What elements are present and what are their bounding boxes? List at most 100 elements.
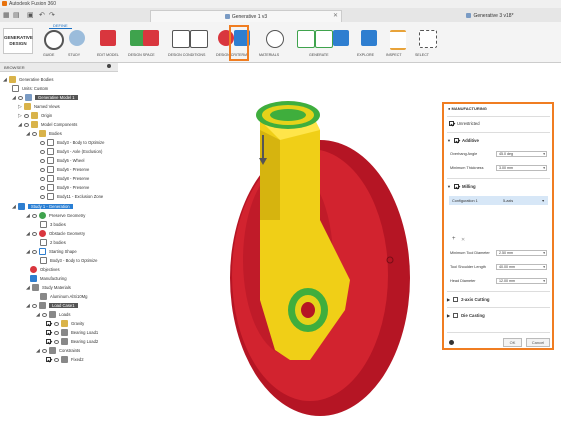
add-configuration-button[interactable]: + bbox=[452, 236, 456, 242]
tree-item[interactable]: Body9 - Preserve bbox=[40, 183, 89, 192]
save-icon[interactable]: ▣ bbox=[27, 11, 34, 19]
collapse-icon[interactable]: ◢ bbox=[18, 122, 22, 128]
collapse-icon[interactable]: ◢ bbox=[36, 348, 40, 354]
tab-generative-3[interactable]: Generative 3 v18* bbox=[420, 10, 560, 21]
workspace-switcher-button[interactable]: GENERATIVE DESIGN bbox=[3, 28, 33, 54]
milling-section[interactable]: ▼ Milling bbox=[447, 182, 550, 191]
tab-generative-1[interactable]: Generative 1 v3 bbox=[150, 10, 342, 22]
2-axis-cutting-section[interactable]: ▶ 2-axis Cutting bbox=[447, 295, 550, 304]
tree-item[interactable]: 2 bodies bbox=[40, 238, 66, 247]
tree-item[interactable]: ◢ Study 1 - Generation bbox=[12, 202, 73, 211]
collapse-icon[interactable]: ◢ bbox=[26, 131, 30, 137]
edit-model-button[interactable]: EDIT MODEL bbox=[97, 30, 121, 60]
expand-icon[interactable]: ▷ bbox=[18, 113, 22, 119]
tree-item[interactable]: Body8 - Preserve bbox=[40, 174, 89, 183]
explore-button[interactable]: EXPLORE bbox=[357, 30, 383, 60]
tree-item[interactable]: 3 bodies bbox=[40, 220, 66, 229]
tree-item[interactable]: ◢ Study Materials bbox=[26, 283, 71, 292]
collapse-icon[interactable]: ▼ bbox=[447, 184, 451, 189]
tree-item[interactable]: Gravity bbox=[46, 319, 84, 328]
collapse-icon[interactable]: ◢ bbox=[3, 77, 7, 83]
load-checkbox[interactable] bbox=[46, 330, 51, 335]
min-thickness-field[interactable]: 3.00 mm ▾ bbox=[496, 165, 547, 171]
gravity-checkbox[interactable] bbox=[46, 321, 51, 326]
tree-item[interactable]: ◢ Obstacle Geometry bbox=[26, 229, 85, 238]
visibility-icon[interactable] bbox=[18, 95, 23, 100]
tab-define[interactable]: DEFINE bbox=[49, 23, 72, 29]
additive-section[interactable]: ▼ Additive bbox=[447, 136, 550, 145]
visibility-icon[interactable] bbox=[24, 113, 29, 118]
collapse-icon[interactable]: ◢ bbox=[12, 204, 16, 210]
visibility-icon[interactable] bbox=[40, 140, 45, 145]
tree-item[interactable]: ◢ Bodies bbox=[26, 129, 62, 138]
tree-item[interactable]: Fixed2 bbox=[46, 355, 84, 364]
expand-icon[interactable]: ▶ bbox=[447, 297, 450, 302]
visibility-icon[interactable] bbox=[54, 321, 59, 326]
tree-item[interactable]: ◢ Preserve Geometry bbox=[26, 211, 85, 220]
ok-button[interactable]: OK bbox=[503, 338, 522, 347]
tree-item[interactable]: ◢ Constraints bbox=[36, 346, 80, 355]
dropdown-icon[interactable]: ▾ bbox=[543, 279, 545, 284]
design-conditions-button[interactable]: DESIGN CONDITIONS bbox=[168, 30, 210, 60]
redo-icon[interactable]: ↷ bbox=[49, 11, 55, 19]
tree-item[interactable]: ◢ Loads bbox=[36, 310, 70, 319]
visibility-icon[interactable] bbox=[40, 149, 45, 154]
remove-configuration-button[interactable]: ✕ bbox=[461, 237, 465, 243]
tree-item[interactable]: Bearing Load2 bbox=[46, 337, 98, 346]
file-menu-icon[interactable]: ▤ bbox=[13, 11, 20, 19]
tree-item[interactable]: ◢ Generative Bodies bbox=[3, 75, 53, 84]
tab-close-icon[interactable]: ✕ bbox=[333, 12, 338, 19]
visibility-icon[interactable] bbox=[42, 312, 47, 317]
tree-item[interactable]: ◢ Model Components bbox=[18, 120, 77, 129]
visibility-icon[interactable] bbox=[32, 131, 37, 136]
tree-item[interactable]: ◢ Generative Model 1 bbox=[12, 93, 78, 102]
visibility-icon[interactable] bbox=[42, 348, 47, 353]
tree-item[interactable]: ◢ Load Case1 bbox=[26, 301, 78, 310]
tree-item[interactable]: Body3 - Body to Optimize bbox=[40, 138, 104, 147]
tree-item[interactable]: Body3 - Body to Optimize bbox=[40, 256, 97, 265]
tree-item[interactable]: Aluminum AlSi10Mg bbox=[40, 292, 87, 301]
tree-item[interactable]: Body6 - Preserve bbox=[40, 165, 89, 174]
help-icon[interactable] bbox=[449, 340, 454, 345]
inspect-button[interactable]: INSPECT bbox=[386, 30, 412, 60]
milling-checkbox[interactable] bbox=[453, 184, 459, 189]
collapse-icon[interactable]: ◢ bbox=[26, 285, 30, 291]
browser-header[interactable]: BROWSER bbox=[0, 63, 118, 72]
head-diameter-field[interactable]: 12.00 mm ▾ bbox=[496, 278, 547, 284]
grid-menu-icon[interactable]: ▦ bbox=[3, 11, 10, 19]
generate-button[interactable]: GENERATE bbox=[295, 30, 355, 60]
visibility-icon[interactable] bbox=[40, 167, 45, 172]
visibility-icon[interactable] bbox=[40, 194, 45, 199]
visibility-icon[interactable] bbox=[32, 213, 37, 218]
die-casting-section[interactable]: ▶ Die Casting bbox=[447, 311, 550, 320]
guide-button[interactable]: GUIDE bbox=[43, 30, 64, 60]
tree-item[interactable]: Manufacturing bbox=[30, 274, 67, 283]
visibility-icon[interactable] bbox=[54, 330, 59, 335]
additive-checkbox[interactable] bbox=[453, 138, 459, 143]
visibility-icon[interactable] bbox=[24, 122, 29, 127]
tool-shoulder-length-field[interactable]: 40.00 mm ▾ bbox=[496, 264, 547, 270]
configuration-row[interactable]: Configuration 1 5-axis ▾ bbox=[449, 196, 548, 205]
tree-item[interactable]: Body4 - Axle (Exclusion) bbox=[40, 147, 102, 156]
visibility-icon[interactable] bbox=[40, 176, 45, 181]
load-checkbox[interactable] bbox=[46, 339, 51, 344]
visibility-icon[interactable] bbox=[32, 303, 37, 308]
constraint-checkbox[interactable] bbox=[46, 357, 51, 362]
tree-item[interactable]: Bearing Load1 bbox=[46, 328, 98, 337]
select-button[interactable]: SELECT bbox=[415, 30, 441, 60]
collapse-icon[interactable]: ◢ bbox=[36, 312, 40, 318]
study-button[interactable]: STUDY bbox=[68, 30, 86, 60]
collapse-icon[interactable]: ◢ bbox=[12, 95, 16, 101]
model-viewport[interactable] bbox=[160, 70, 440, 430]
tree-item[interactable]: Body5 - Wheel bbox=[40, 156, 84, 165]
visibility-icon[interactable] bbox=[40, 158, 45, 163]
min-tool-diameter-field[interactable]: 2.50 mm ▾ bbox=[496, 250, 547, 256]
tree-item[interactable]: ◢ Starting Shape bbox=[26, 247, 77, 256]
dropdown-icon[interactable]: ▾ bbox=[543, 251, 545, 256]
expand-icon[interactable]: ▶ bbox=[447, 313, 450, 318]
tree-item[interactable]: Objectives bbox=[30, 265, 60, 274]
collapse-icon[interactable]: ▼ bbox=[447, 138, 451, 143]
visibility-icon[interactable] bbox=[54, 357, 59, 362]
design-space-button[interactable]: DESIGN SPACE bbox=[128, 30, 160, 60]
visibility-icon[interactable] bbox=[40, 185, 45, 190]
